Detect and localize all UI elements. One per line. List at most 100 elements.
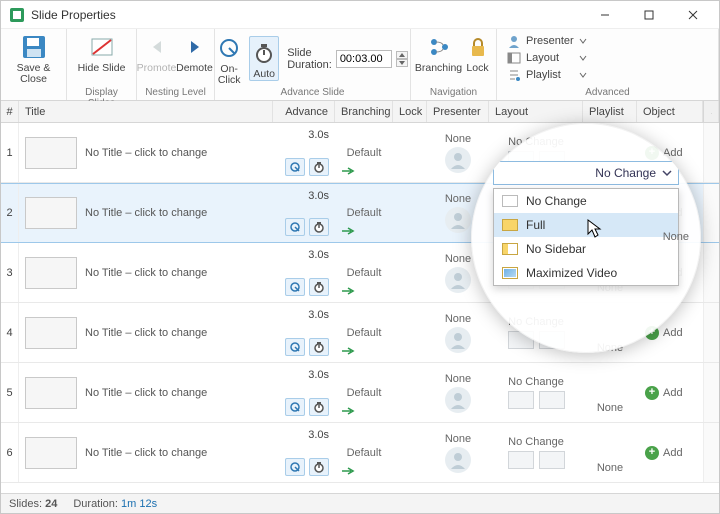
col-lock[interactable]: Lock <box>393 101 427 122</box>
onclick-toggle[interactable] <box>285 458 305 476</box>
auto-toggle[interactable] <box>309 218 329 236</box>
add-object-button[interactable]: +Add <box>645 386 683 400</box>
row-advance-cell[interactable]: 3.0s <box>273 423 335 482</box>
row-lock-cell[interactable] <box>393 123 427 182</box>
col-advance[interactable]: Advance <box>273 101 335 122</box>
row-branching-cell[interactable]: Default <box>335 303 393 362</box>
col-branching[interactable]: Branching <box>335 101 393 122</box>
onclick-button[interactable]: On-Click <box>215 32 243 86</box>
row-object-cell[interactable]: +Add <box>637 363 703 422</box>
demote-button[interactable]: Demote <box>177 31 213 74</box>
row-branching-cell[interactable]: Default <box>335 184 393 242</box>
slide-title[interactable]: No Title – click to change <box>85 207 207 219</box>
row-title-cell[interactable]: No Title – click to change <box>19 123 273 182</box>
lock-button[interactable]: Lock <box>464 31 492 74</box>
chevron-down-icon <box>579 71 587 79</box>
window-close-button[interactable] <box>671 2 715 28</box>
slide-title[interactable]: No Title – click to change <box>85 147 207 159</box>
hide-slide-button[interactable]: Hide Slide <box>74 31 130 74</box>
auto-toggle[interactable] <box>309 158 329 176</box>
onclick-toggle[interactable] <box>285 158 305 176</box>
layout-option-nochg[interactable]: No Change <box>494 189 678 213</box>
add-object-button[interactable]: +Add <box>645 446 683 460</box>
row-playlist-cell[interactable]: None <box>583 363 637 422</box>
row-branching-cell[interactable]: Default <box>335 363 393 422</box>
slide-title[interactable]: No Title – click to change <box>85 327 207 339</box>
row-layout-cell[interactable]: No Change <box>489 423 583 482</box>
layout-option-full[interactable]: Full <box>494 213 678 237</box>
onclick-toggle[interactable] <box>285 338 305 356</box>
auto-toggle[interactable] <box>309 398 329 416</box>
presenter-menu[interactable]: Presenter <box>503 33 591 49</box>
window-maximize-button[interactable] <box>627 2 671 28</box>
col-object[interactable]: Object <box>637 101 703 122</box>
row-object-cell[interactable]: +Add <box>637 423 703 482</box>
chevron-down-icon <box>662 168 672 178</box>
row-lock-cell[interactable] <box>393 184 427 242</box>
row-lock-cell[interactable] <box>393 243 427 302</box>
onclick-toggle[interactable] <box>285 398 305 416</box>
layout-value: No Change <box>508 376 564 388</box>
table-row[interactable]: 6 No Title – click to change 3.0s Default No… <box>1 423 719 483</box>
layout-menu[interactable]: Layout <box>503 50 591 66</box>
auto-button[interactable]: Auto <box>249 36 279 81</box>
row-presenter-cell[interactable]: None <box>427 363 489 422</box>
slide-title[interactable]: No Title – click to change <box>85 267 207 279</box>
layout-option-nosb[interactable]: No Sidebar <box>494 237 678 261</box>
row-playlist-cell[interactable]: None <box>583 423 637 482</box>
row-title-cell[interactable]: No Title – click to change <box>19 303 273 362</box>
avatar-icon <box>445 207 471 233</box>
playlist-menu[interactable]: Playlist <box>503 67 591 83</box>
duration-spinner[interactable] <box>396 51 408 67</box>
hide-slide-icon <box>88 33 116 61</box>
onclick-toggle[interactable] <box>285 278 305 296</box>
row-advance-cell[interactable]: 3.0s <box>273 243 335 302</box>
row-title-cell[interactable]: No Title – click to change <box>19 423 273 482</box>
col-presenter[interactable]: Presenter <box>427 101 489 122</box>
row-branching-cell[interactable]: Default <box>335 123 393 182</box>
avatar-icon <box>445 267 471 293</box>
auto-toggle[interactable] <box>309 458 329 476</box>
row-title-cell[interactable]: No Title – click to change <box>19 184 273 242</box>
slide-title[interactable]: No Title – click to change <box>85 387 207 399</box>
playlist-none-peek: None <box>663 231 689 243</box>
row-branching-cell[interactable]: Default <box>335 423 393 482</box>
col-number[interactable]: # <box>1 101 19 122</box>
slide-title[interactable]: No Title – click to change <box>85 447 207 459</box>
row-advance-cell[interactable]: 3.0s <box>273 363 335 422</box>
presenter-value: None <box>445 433 471 445</box>
layout-value: No Change <box>508 436 564 448</box>
layout-option-max[interactable]: Maximized Video <box>494 261 678 285</box>
advance-time: 3.0s <box>308 429 329 441</box>
window-minimize-button[interactable] <box>583 2 627 28</box>
presenter-value: None <box>445 313 471 325</box>
row-lock-cell[interactable] <box>393 303 427 362</box>
row-presenter-cell[interactable]: None <box>427 423 489 482</box>
row-advance-cell[interactable]: 3.0s <box>273 303 335 362</box>
row-advance-cell[interactable]: 3.0s <box>273 184 335 242</box>
layout-combo[interactable]: No Change <box>493 161 679 185</box>
row-title-cell[interactable]: No Title – click to change <box>19 243 273 302</box>
auto-toggle[interactable] <box>309 338 329 356</box>
promote-button[interactable]: Promote <box>139 31 175 74</box>
scroll-up-button[interactable] <box>703 101 719 122</box>
row-layout-cell[interactable]: No Change <box>489 363 583 422</box>
row-branching-cell[interactable]: Default <box>335 243 393 302</box>
table-row[interactable]: 5No Title – click to change3.0sDefaultNo… <box>1 363 719 423</box>
save-close-button[interactable]: Save & Close <box>7 31 60 85</box>
auto-toggle[interactable] <box>309 278 329 296</box>
layout-thumbs <box>508 391 565 409</box>
branching-button[interactable]: Branching <box>416 31 462 74</box>
duration-input[interactable] <box>336 50 392 68</box>
row-advance-cell[interactable]: 3.0s <box>273 123 335 182</box>
col-layout[interactable]: Layout <box>489 101 583 122</box>
row-lock-cell[interactable] <box>393 423 427 482</box>
row-title-cell[interactable]: No Title – click to change <box>19 363 273 422</box>
row-number: 6 <box>1 423 19 482</box>
col-title[interactable]: Title <box>19 101 273 122</box>
col-playlist[interactable]: Playlist <box>583 101 637 122</box>
plus-icon: + <box>645 386 659 400</box>
row-lock-cell[interactable] <box>393 363 427 422</box>
onclick-toggle[interactable] <box>285 218 305 236</box>
window-title: Slide Properties <box>31 8 583 22</box>
